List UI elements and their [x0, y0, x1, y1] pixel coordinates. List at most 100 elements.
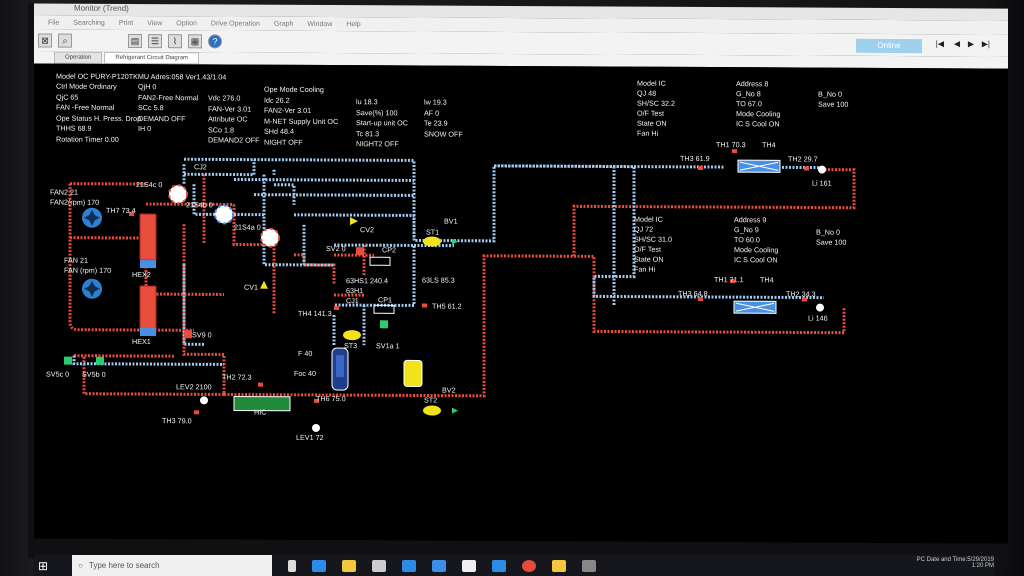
label-hex2: HEX2: [132, 269, 151, 280]
label-f: F 40: [298, 348, 313, 358]
store-icon[interactable]: [372, 559, 387, 572]
explorer-icon[interactable]: [552, 559, 567, 572]
label-sv1a: SV1a 1: [376, 341, 400, 351]
menu-graph[interactable]: Graph: [274, 20, 293, 27]
app-icon[interactable]: [432, 559, 447, 572]
ic8-to: TO 67.0: [736, 99, 762, 109]
first-icon[interactable]: |◀: [936, 39, 944, 48]
label-st2: ST2: [424, 395, 438, 405]
help-icon[interactable]: ?: [208, 34, 222, 49]
ic9-th1: TH1 71.1: [714, 275, 744, 285]
lev2-icon: [200, 396, 208, 405]
search-icon[interactable]: ⌕: [58, 33, 72, 48]
ic9-gno: G_No 9: [734, 225, 759, 235]
ic8-li: Li 161: [812, 178, 832, 188]
tab-refrigerant-circuit[interactable]: Refrigerant Circuit Diagram: [104, 51, 200, 65]
task-view-icon[interactable]: [288, 559, 297, 572]
online-status-button[interactable]: Online: [856, 38, 922, 54]
grid-icon[interactable]: ▦: [188, 34, 202, 49]
ic8-right: B_No 0 Save 100: [818, 90, 848, 110]
oc-demand2: DEMAND2 OFF: [208, 135, 260, 145]
folder-icon[interactable]: [342, 559, 357, 572]
hex1-coil: [139, 285, 157, 333]
label-cj1: CJ1: [346, 296, 359, 306]
menu-drive-operation[interactable]: Drive Operation: [211, 20, 260, 27]
label-cp2: CP2: [382, 245, 396, 255]
clock: PC Date and Time:5/29/2019 1:20 PM: [917, 557, 994, 569]
graph-icon[interactable]: ⌇: [168, 34, 182, 49]
ic9-left: Model IC QJ 72 SH/SC 31.0 O/F Test State…: [634, 215, 672, 275]
menu-option[interactable]: Option: [176, 20, 197, 27]
search-circle-icon: ○: [78, 561, 83, 570]
capillary-cp2: [369, 256, 391, 266]
label-th3: TH3 79.0: [162, 416, 192, 426]
oc-model-text: Model OC PURY-P120TKMU Adres:058 Ver1.43…: [56, 71, 227, 82]
oc-mnet: M-NET Supply Unit OC: [264, 116, 339, 126]
app2-icon[interactable]: [492, 559, 507, 572]
dropbox-icon[interactable]: [402, 559, 417, 572]
oc-qjc: QjC 65: [56, 92, 79, 102]
diagram-icon[interactable]: ⊠: [38, 33, 52, 48]
mail-icon[interactable]: [462, 559, 477, 572]
ic9-mode: Mode Cooling: [734, 245, 779, 255]
oc-rotation-timer: Rotation Timer 0.00: [56, 134, 119, 144]
monitor-app-icon[interactable]: [582, 559, 597, 572]
oc-lw: lw 19.3: [424, 97, 447, 107]
oc-snow: SNOW OFF: [424, 129, 463, 139]
prev-icon[interactable]: ◀: [954, 39, 960, 48]
menu-print[interactable]: Print: [119, 19, 133, 26]
edge-icon[interactable]: [312, 559, 327, 572]
menu-file[interactable]: File: [48, 19, 59, 26]
oc-te: Te 23.9: [424, 118, 448, 128]
solenoid-sv5c: [64, 356, 72, 365]
chrome-icon[interactable]: [522, 559, 537, 572]
indoor-lev-9: [816, 303, 824, 312]
menu-searching[interactable]: Searching: [73, 19, 105, 26]
oc-fan: FAN -Free Normal: [56, 102, 115, 112]
ic9-th3: TH3 64.8: [678, 288, 708, 298]
ic8-gno: G_No 8: [736, 89, 761, 99]
ic8-bno: B_No 0: [818, 89, 842, 99]
ic9-to: TO 60.0: [734, 235, 760, 245]
solenoid-sv5b: [96, 356, 104, 365]
label-21s4c: 21S4c 0: [136, 179, 163, 190]
label-th5: TH5 61.2: [432, 301, 462, 311]
ic8-address: Address 8: [736, 79, 769, 89]
label-21s4b: 21S4b 0: [186, 200, 213, 210]
oc-fan2-ver: FAN2-Ver 3.01: [264, 105, 312, 115]
oc-fan2: FAN2-Free Normal: [138, 92, 199, 102]
oc-ope-mode: Ope Mode Cooling: [264, 84, 324, 94]
oc-tc: Tc 81.3: [356, 128, 380, 138]
solenoid-sv9: [184, 330, 192, 339]
next-icon[interactable]: ▶: [968, 39, 974, 48]
solenoid-sv2: [356, 247, 364, 256]
ic9-th4: TH4: [760, 275, 774, 285]
menu-help[interactable]: Help: [346, 21, 360, 28]
refrigerant-circuit-diagram: Model OC PURY-P120TKMU Adres:058 Ver1.43…: [34, 63, 1008, 544]
last-icon[interactable]: ▶|: [982, 39, 990, 48]
four-way-valve-21s4a: [260, 227, 280, 248]
menu-view[interactable]: View: [147, 20, 162, 27]
ic9-fan: Fan Hi: [634, 264, 656, 274]
indoor-lev-8: [818, 165, 826, 174]
ic8-th4: TH4: [762, 140, 776, 150]
accumulator: [403, 359, 423, 387]
ic9-model: Model IC: [634, 214, 663, 224]
menu-window[interactable]: Window: [307, 20, 332, 27]
oc-scc: SCc 5.8: [138, 103, 164, 113]
taskbar-search-input[interactable]: ○ Type here to search: [72, 555, 273, 576]
windows-start-icon[interactable]: ⊞: [38, 559, 48, 573]
ic8-fan: Fan Hi: [637, 128, 659, 138]
oc-col3: Vdc 276.0 FAN-Ver 3.01 Attribute OC SCo …: [208, 93, 260, 146]
ic9-mid: Address 9 G_No 9 TO 60.0 Mode Cooling IC…: [734, 215, 778, 265]
ic8-ics: IC S Cool ON: [736, 119, 780, 129]
tab-operation[interactable]: Operation: [54, 51, 103, 64]
search-placeholder: Type here to search: [88, 561, 160, 570]
four-way-valve-21s4c: [168, 184, 188, 205]
document-icon[interactable]: ▤: [128, 33, 142, 49]
oc-ope-status: Ope Status H. Press. Drop: [56, 113, 142, 123]
list-icon[interactable]: ☰: [148, 34, 162, 49]
lev1-icon: [312, 423, 320, 432]
ic9-li: Li 146: [808, 313, 828, 323]
check-valve-cv2: [350, 217, 358, 226]
